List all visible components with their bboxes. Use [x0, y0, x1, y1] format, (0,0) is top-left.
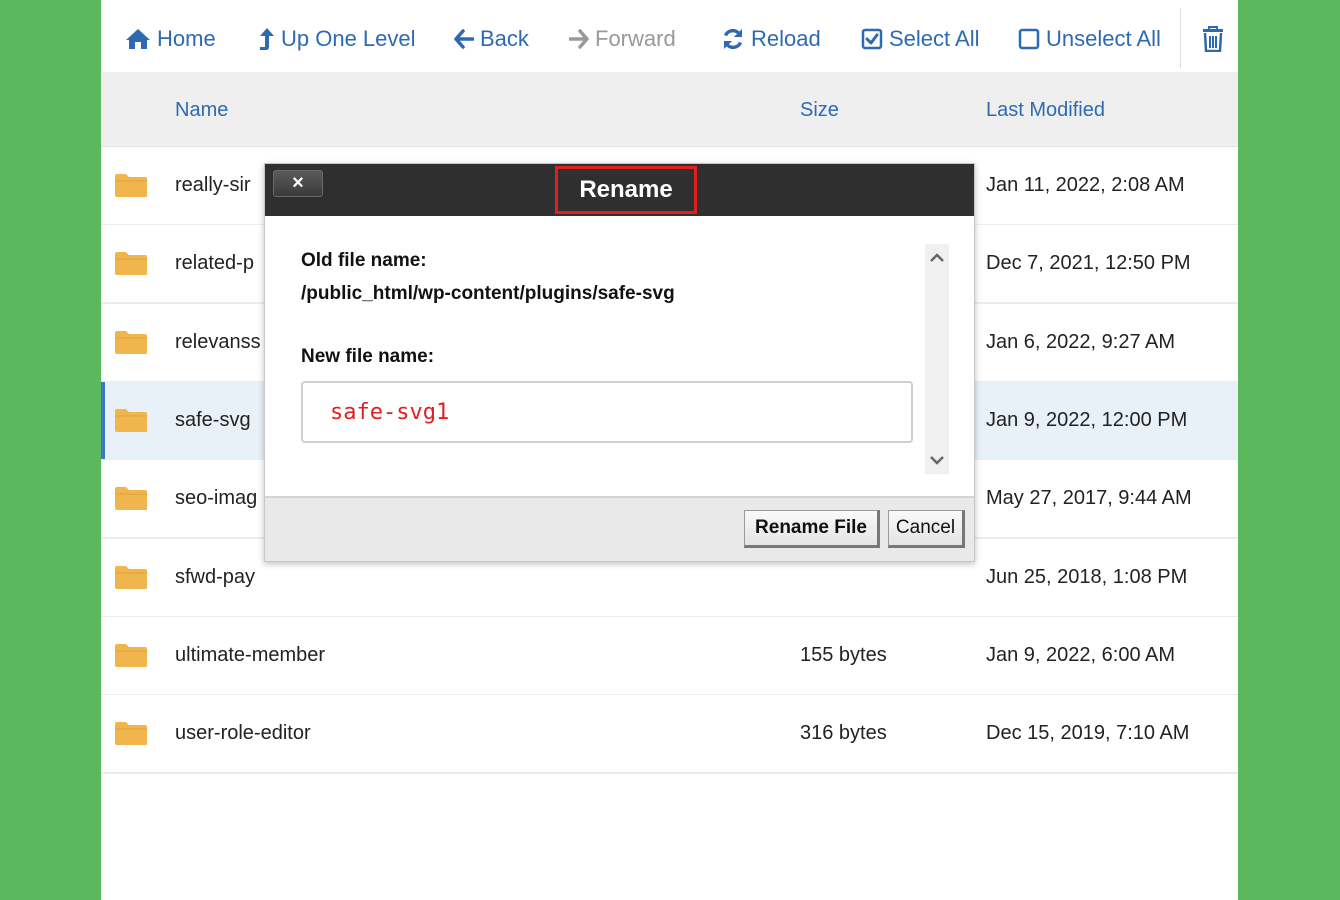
file-name[interactable]: safe-svg: [175, 409, 251, 432]
table-header: Name Size Last Modified: [101, 75, 1238, 147]
select-all-button[interactable]: Select All: [861, 22, 980, 56]
arrow-left-icon: [454, 29, 474, 49]
folder-icon: [115, 644, 147, 667]
dialog-body: Old file name: /public_html/wp-content/p…: [265, 216, 974, 496]
folder-icon: [115, 487, 147, 510]
file-modified: Dec 15, 2019, 7:10 AM: [986, 722, 1190, 744]
table-row[interactable]: user-role-editor 316 bytes Dec 15, 2019, 7…: [101, 695, 1238, 774]
dialog-header: × Rename: [265, 164, 974, 216]
dialog-title: Rename: [555, 166, 697, 214]
forward-label: Forward: [595, 26, 676, 51]
delete-button[interactable]: [1202, 22, 1224, 56]
folder-icon: [115, 566, 147, 589]
up-one-level-button[interactable]: Up One Level: [259, 22, 416, 56]
folder-icon: [115, 331, 147, 354]
file-name[interactable]: really-sir: [175, 174, 251, 197]
reload-label: Reload: [751, 26, 821, 51]
back-button[interactable]: Back: [454, 22, 529, 56]
reload-button[interactable]: Reload: [721, 22, 821, 56]
toolbar-divider: [1180, 8, 1181, 68]
file-modified: Jan 9, 2022, 12:00 PM: [986, 409, 1188, 431]
old-file-path: /public_html/wp-content/plugins/safe-svg: [301, 283, 675, 304]
unselect-all-label: Unselect All: [1046, 26, 1161, 51]
arrow-right-icon: [569, 29, 589, 49]
trash-icon: [1203, 26, 1223, 52]
file-modified: Jun 25, 2018, 1:08 PM: [986, 566, 1188, 588]
table-row[interactable]: ultimate-member 155 bytes Jan 9, 2022, 6:0…: [101, 617, 1238, 696]
refresh-icon: [723, 28, 743, 50]
new-file-name-input[interactable]: [301, 381, 913, 443]
rename-dialog: × Rename Old file name: /public_html/wp-…: [264, 163, 975, 562]
file-name[interactable]: user-role-editor: [175, 722, 311, 745]
up-one-level-label: Up One Level: [281, 26, 416, 51]
unselect-all-button[interactable]: Unselect All: [1018, 22, 1161, 56]
file-modified: Dec 7, 2021, 12:50 PM: [986, 252, 1191, 274]
file-size: 155 bytes: [800, 644, 887, 666]
dialog-footer: Rename File Cancel: [265, 496, 974, 561]
home-button[interactable]: Home: [125, 22, 216, 56]
file-name[interactable]: seo-imag: [175, 487, 257, 510]
home-label: Home: [157, 26, 216, 51]
dialog-scrollbar[interactable]: [925, 244, 949, 474]
new-file-name-label: New file name:: [301, 346, 435, 367]
select-all-label: Select All: [889, 26, 980, 51]
chevron-down-icon[interactable]: [925, 450, 949, 470]
file-modified: Jan 9, 2022, 6:00 AM: [986, 644, 1176, 666]
old-file-name-label: Old file name:: [301, 250, 427, 271]
file-modified: Jan 11, 2022, 2:08 AM: [986, 174, 1185, 196]
close-button[interactable]: ×: [273, 170, 323, 197]
folder-icon: [115, 174, 147, 197]
file-name[interactable]: relevanss: [175, 331, 261, 354]
chevron-up-icon[interactable]: [925, 248, 949, 268]
forward-button[interactable]: Forward: [569, 22, 676, 56]
folder-icon: [115, 252, 147, 275]
file-size: 316 bytes: [800, 722, 887, 744]
empty-box-icon: [1018, 28, 1040, 50]
folder-icon: [115, 409, 147, 432]
file-name[interactable]: ultimate-member: [175, 644, 325, 667]
column-header-name[interactable]: Name: [175, 99, 228, 122]
back-label: Back: [480, 26, 529, 51]
home-icon: [126, 29, 150, 49]
file-modified: Jan 6, 2022, 9:27 AM: [986, 331, 1176, 353]
file-name[interactable]: sfwd-pay: [175, 566, 255, 589]
file-name[interactable]: related-p: [175, 252, 254, 275]
cancel-button[interactable]: Cancel: [888, 510, 965, 548]
column-header-size[interactable]: Size: [800, 99, 839, 122]
column-header-last-modified[interactable]: Last Modified: [986, 99, 1105, 122]
toolbar: Home Up One Level Back Forward Reload Se…: [101, 0, 1238, 75]
folder-icon: [115, 722, 147, 745]
level-up-icon: [260, 28, 274, 50]
file-modified: May 27, 2017, 9:44 AM: [986, 487, 1192, 509]
checked-box-icon: [861, 28, 883, 50]
rename-file-button[interactable]: Rename File: [744, 510, 880, 548]
